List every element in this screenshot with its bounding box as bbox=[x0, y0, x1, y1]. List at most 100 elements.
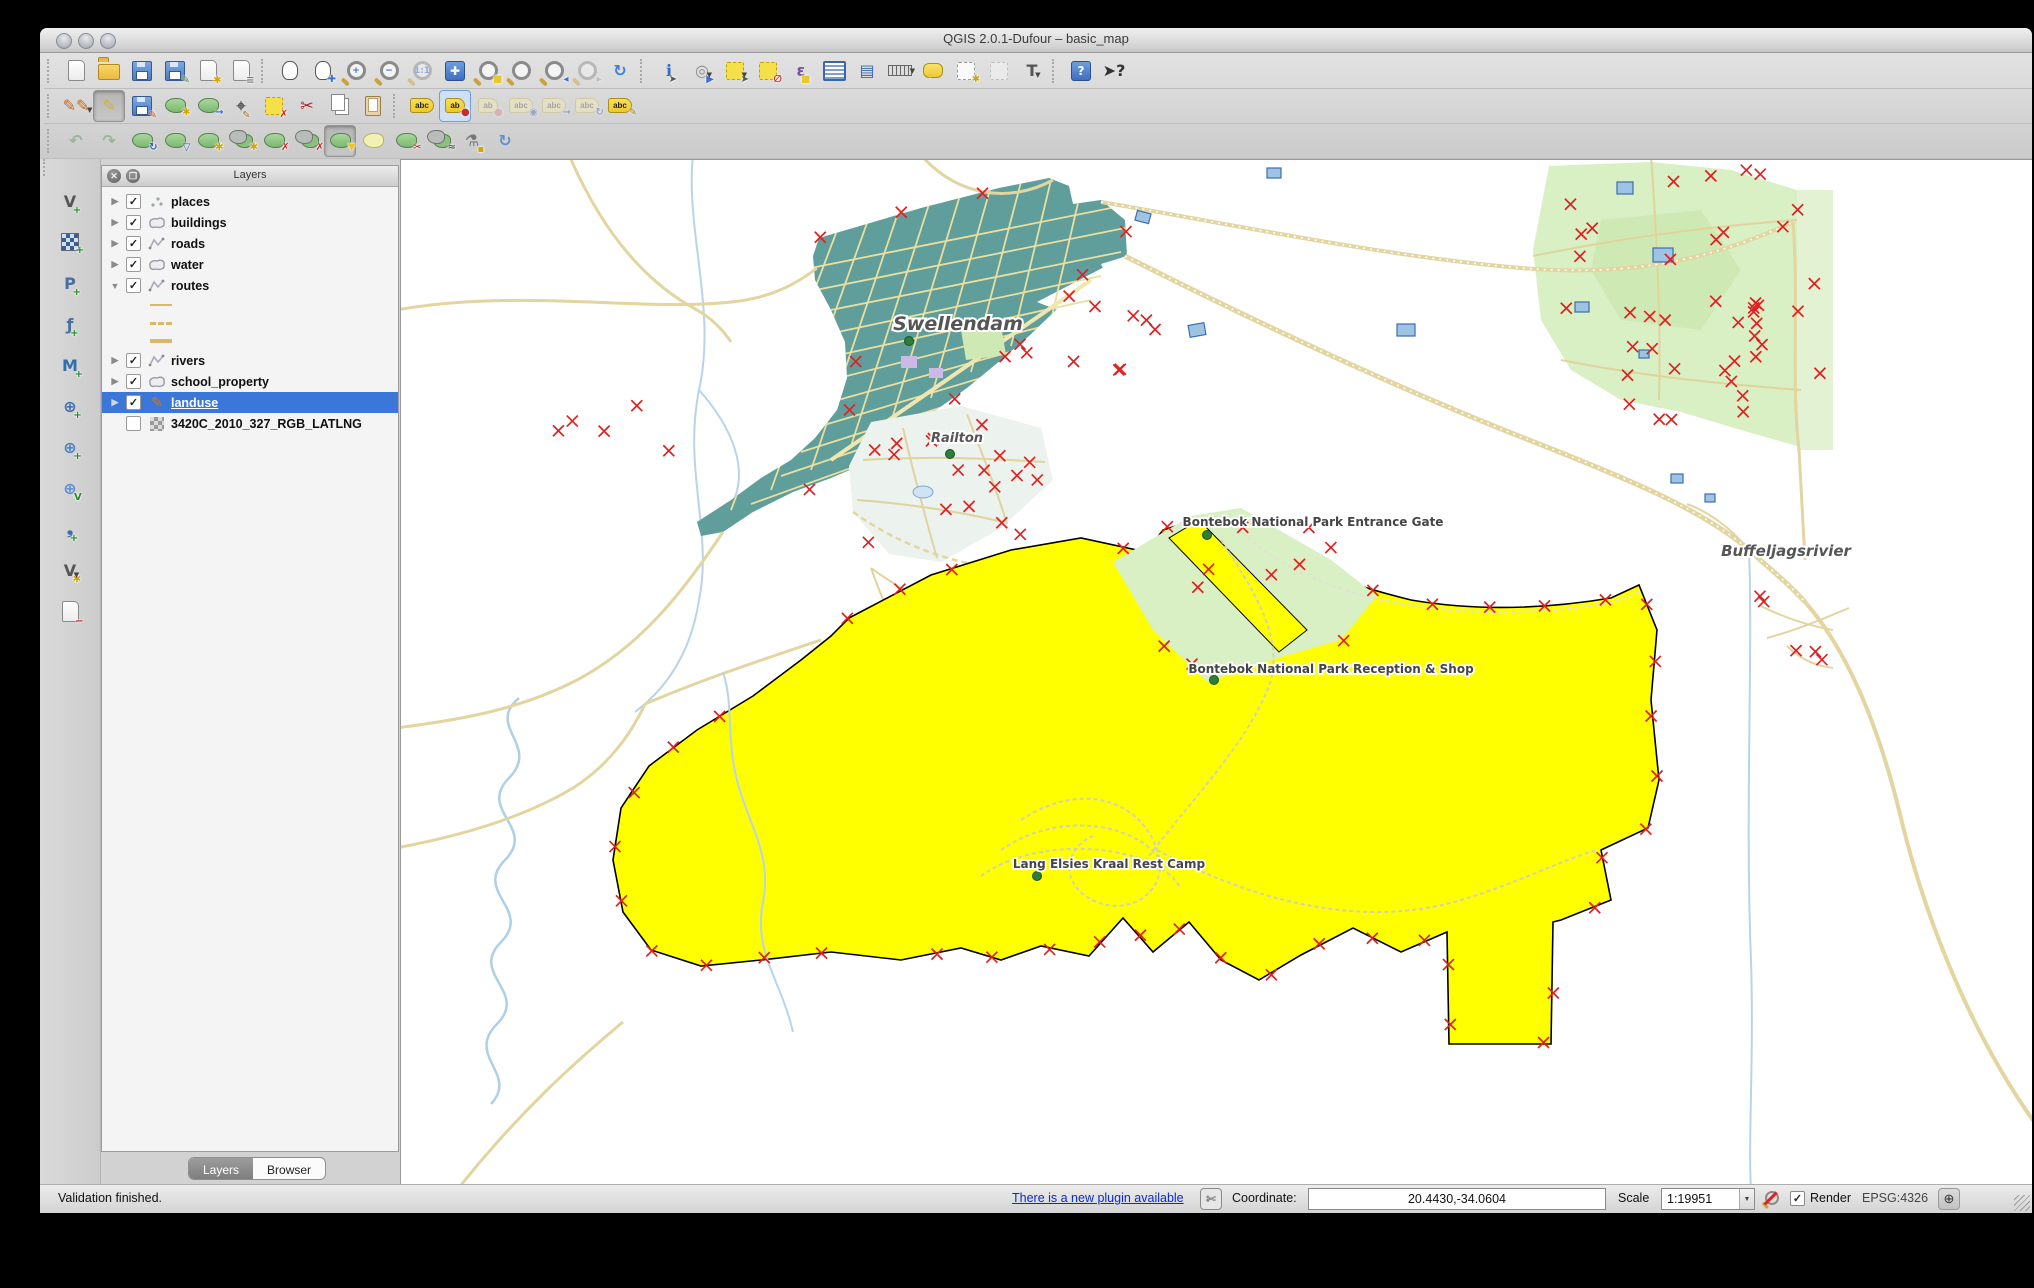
layer-visibility-checkbox[interactable] bbox=[126, 416, 141, 431]
layer-expander-icon[interactable]: ▶ bbox=[108, 217, 122, 228]
current-edits-button[interactable]: ✎✎ ▼ bbox=[60, 90, 93, 122]
merge-attributes-button[interactable]: ⚗ ▪ bbox=[456, 125, 488, 157]
render-checkbox[interactable]: ✓ bbox=[1790, 1191, 1805, 1206]
layer-row-places[interactable]: ▶ ✓ places bbox=[102, 191, 398, 212]
tab-layers[interactable]: Layers bbox=[189, 1158, 254, 1179]
layer-row-school_property[interactable]: ▶ ✓ school_property bbox=[102, 371, 398, 392]
offset-curve-button[interactable] bbox=[357, 125, 389, 157]
move-feature-button[interactable]: → bbox=[192, 90, 224, 122]
crs-status-button[interactable]: ⊕ bbox=[1938, 1188, 1960, 1210]
layer-row-3420C_2010_327_RGB_LATLNG[interactable]: 3420C_2010_327_RGB_LATLNG bbox=[102, 413, 398, 434]
layer-visibility-checkbox[interactable]: ✓ bbox=[126, 257, 141, 272]
layer-expander-icon[interactable]: ▼ bbox=[108, 281, 122, 291]
layer-row-rivers[interactable]: ▶ ✓ rivers bbox=[102, 350, 398, 371]
zoom-last-button[interactable]: ◂ bbox=[538, 55, 570, 87]
add-wcs-layer-button[interactable]: ⊕ + bbox=[53, 430, 87, 464]
show-bookmarks-button[interactable] bbox=[983, 55, 1015, 87]
layer-visibility-checkbox[interactable]: ✓ bbox=[126, 374, 141, 389]
add-vector-layer-button[interactable]: V + bbox=[53, 184, 87, 218]
pan-map-button[interactable] bbox=[274, 55, 306, 87]
undo-button[interactable]: ↶ bbox=[60, 125, 92, 157]
add-feature-button[interactable]: ✱ bbox=[159, 90, 191, 122]
window-resize-grip[interactable] bbox=[2014, 1195, 2030, 1211]
delete-selected-button[interactable]: ✗ bbox=[258, 90, 290, 122]
add-wfs-layer-button[interactable]: ⊕ V bbox=[53, 471, 87, 505]
layer-visibility-checkbox[interactable]: ✓ bbox=[126, 194, 141, 209]
new-project-button[interactable] bbox=[60, 55, 92, 87]
reshape-features-button[interactable]: ▼ bbox=[324, 124, 356, 157]
zoom-native-button[interactable]: 1:1 bbox=[406, 55, 438, 87]
new-shapefile-layer-button[interactable]: V ✱ ▼ bbox=[53, 553, 87, 587]
layer-expander-icon[interactable]: ▶ bbox=[108, 259, 122, 270]
layer-row-water[interactable]: ▶ ✓ water bbox=[102, 254, 398, 275]
save-layer-edits-button[interactable]: ✎ bbox=[126, 90, 158, 122]
rotate-feature-button[interactable]: ↻ bbox=[126, 125, 158, 157]
stop-render-button[interactable] bbox=[1762, 1188, 1782, 1208]
add-ring-button[interactable]: ✱ bbox=[192, 125, 224, 157]
add-spatialite-layer-button[interactable]: ƒ + bbox=[53, 307, 87, 341]
zoom-to-selection-button[interactable]: ■ bbox=[472, 55, 504, 87]
show-hide-labels-button[interactable]: abc ◉ bbox=[505, 90, 538, 122]
layer-expander-icon[interactable]: ▶ bbox=[108, 238, 122, 249]
scale-combobox[interactable]: 1:19951 ▼ bbox=[1661, 1188, 1755, 1210]
copy-features-button[interactable] bbox=[324, 90, 356, 122]
new-bookmark-button[interactable]: ✱ bbox=[950, 55, 982, 87]
layer-visibility-checkbox[interactable]: ✓ bbox=[126, 278, 141, 293]
zoom-to-layer-button[interactable] bbox=[505, 55, 537, 87]
new-print-composer-button[interactable]: ✱ bbox=[192, 55, 224, 87]
refresh-button[interactable]: ↻ bbox=[604, 55, 636, 87]
layer-visibility-checkbox[interactable]: ✓ bbox=[126, 353, 141, 368]
zoom-full-button[interactable]: ✚ bbox=[439, 55, 471, 87]
coordinate-input[interactable] bbox=[1308, 1188, 1606, 1210]
layer-expander-icon[interactable]: ▶ bbox=[108, 376, 122, 387]
measure-button[interactable]: ▼ bbox=[884, 55, 916, 87]
split-features-button[interactable]: ✂ bbox=[390, 125, 422, 157]
merge-features-button[interactable]: ≈ bbox=[423, 125, 456, 157]
add-postgis-layer-button[interactable]: P + bbox=[53, 266, 87, 300]
pin-unpin-labels-button[interactable]: ab ● bbox=[439, 89, 471, 122]
layer-expander-icon[interactable]: ▶ bbox=[108, 355, 122, 366]
composer-manager-button[interactable]: ≡ bbox=[225, 55, 257, 87]
map-tips-button[interactable] bbox=[917, 55, 949, 87]
delete-part-button[interactable]: ✗ bbox=[291, 125, 324, 157]
paste-features-button[interactable] bbox=[357, 90, 389, 122]
add-raster-layer-button[interactable]: + bbox=[53, 225, 87, 259]
layer-expander-icon[interactable]: ▶ bbox=[108, 196, 122, 207]
run-feature-action-button[interactable]: ◎ ▶ ▼ bbox=[686, 55, 718, 87]
whats-this-button[interactable]: ➤? bbox=[1098, 55, 1130, 87]
text-annotation-button[interactable]: T ▼ bbox=[1016, 55, 1048, 87]
plugin-available-link[interactable]: There is a new plugin available bbox=[1012, 1191, 1184, 1205]
simplify-feature-button[interactable]: ▽ bbox=[159, 125, 191, 157]
layer-visibility-checkbox[interactable]: ✓ bbox=[126, 215, 141, 230]
rotate-point-symbols-button[interactable]: ↻ bbox=[489, 125, 521, 157]
redo-button[interactable]: ↷ bbox=[93, 125, 125, 157]
change-label-properties-button[interactable]: abc ✎ bbox=[604, 90, 637, 122]
save-project-button[interactable] bbox=[126, 55, 158, 87]
add-part-button[interactable]: ✱ bbox=[225, 125, 258, 157]
layer-labeling-options-button[interactable]: abc bbox=[406, 90, 438, 122]
node-tool-button[interactable]: ⌖ ✎ bbox=[225, 90, 257, 122]
help-button[interactable]: ? bbox=[1065, 55, 1097, 87]
layer-row-buildings[interactable]: ▶ ✓ buildings bbox=[102, 212, 398, 233]
highlight-pinned-labels-button[interactable]: ab ● bbox=[472, 90, 504, 122]
move-label-button[interactable]: abc → bbox=[538, 90, 571, 122]
tab-browser[interactable]: Browser bbox=[253, 1158, 325, 1179]
plugin-icon[interactable]: ✄ bbox=[1200, 1188, 1222, 1210]
zoom-next-button[interactable]: ▸ bbox=[571, 55, 603, 87]
open-attribute-table-button[interactable] bbox=[818, 55, 850, 87]
layer-row-roads[interactable]: ▶ ✓ roads bbox=[102, 233, 398, 254]
select-features-button[interactable]: ➤ ▼ bbox=[719, 55, 751, 87]
open-project-button[interactable] bbox=[93, 55, 125, 87]
add-delimited-text-layer-button[interactable]: ❟ + bbox=[53, 512, 87, 546]
layer-visibility-checkbox[interactable]: ✓ bbox=[126, 236, 141, 251]
select-by-expression-button[interactable]: ε ■ bbox=[785, 55, 817, 87]
deselect-features-button[interactable]: ∅ bbox=[752, 55, 784, 87]
save-project-as-button[interactable]: ✎ bbox=[159, 55, 191, 87]
add-wms-layer-button[interactable]: ⊕ + bbox=[53, 389, 87, 423]
layer-visibility-checkbox[interactable]: ✓ bbox=[126, 395, 141, 410]
cut-features-button[interactable]: ✂ bbox=[291, 90, 323, 122]
add-mssql-layer-button[interactable]: M + bbox=[53, 348, 87, 382]
pan-to-selection-button[interactable]: ✚ bbox=[307, 55, 339, 87]
layer-row-landuse[interactable]: ▶ ✓ ✎ landuse bbox=[102, 392, 398, 413]
identify-features-button[interactable]: ℹ ➤ bbox=[653, 55, 685, 87]
